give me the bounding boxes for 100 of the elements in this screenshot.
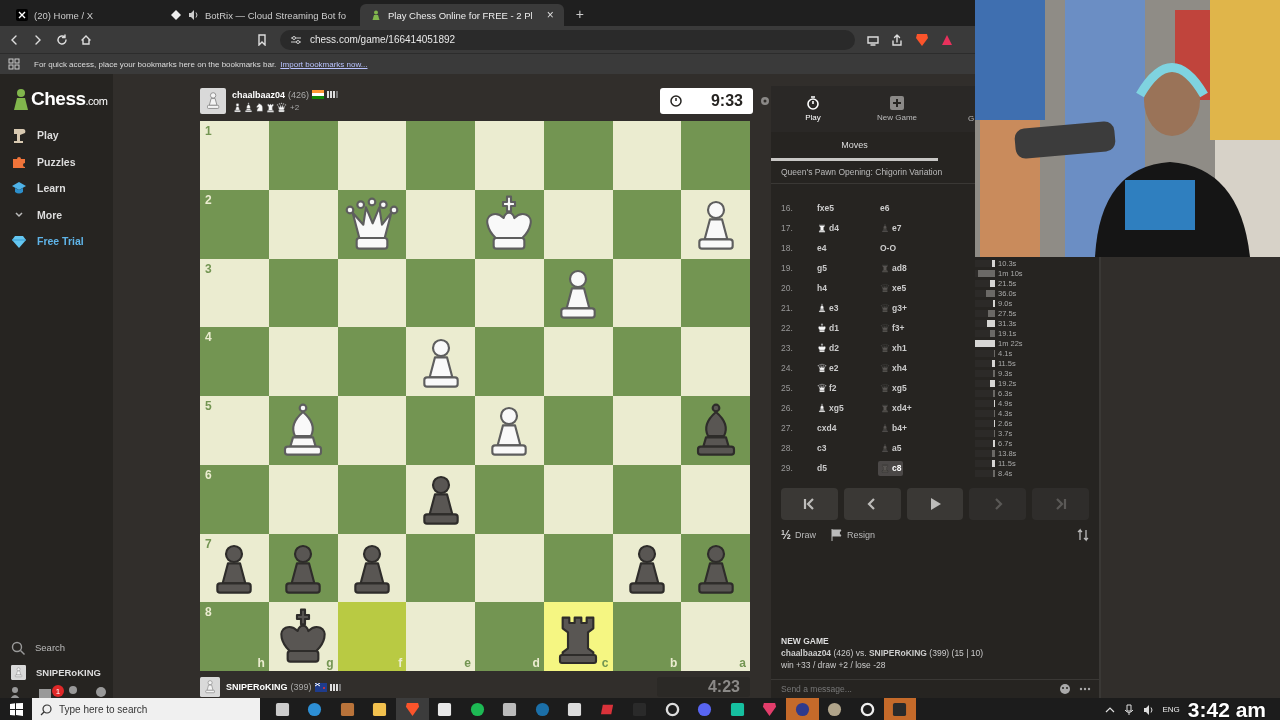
move-number: 18.	[780, 243, 794, 253]
rank-label: 1	[205, 124, 212, 138]
notification-badge: 1	[52, 685, 64, 697]
move-number: 24.	[780, 363, 794, 373]
move-notation[interactable]: d2	[815, 340, 878, 356]
move-number: 28.	[780, 443, 794, 453]
panel-tab[interactable]: G	[939, 86, 976, 132]
move-number: 20.	[780, 283, 794, 293]
move-notation[interactable]: g3+	[878, 300, 909, 316]
move-notation[interactable]: ad8	[878, 260, 909, 276]
move-notation[interactable]: xh4	[878, 360, 909, 376]
move-notation[interactable]: a5	[878, 440, 904, 456]
file-label: b	[669, 656, 678, 670]
move-notation[interactable]: h4	[815, 280, 878, 296]
move-notation[interactable]: xg5	[878, 380, 909, 396]
move-notation[interactable]: xd4+	[878, 400, 914, 416]
player-name: chaalbaaz04	[232, 89, 286, 100]
url-text: chess.com/game/166414051892	[310, 34, 456, 45]
move-notation[interactable]: e3	[815, 300, 878, 316]
move-number: 22.	[780, 323, 794, 333]
move-notation[interactable]: xe5	[878, 280, 909, 296]
browser-tab[interactable]: BotRix — Cloud Streaming Bot fo	[160, 4, 356, 26]
tab-title: Play Chess Online for FREE - 2 Pl	[388, 9, 533, 21]
move-notation[interactable]: d1	[815, 320, 878, 336]
move-number: 25.	[780, 383, 794, 393]
file-label: a	[739, 656, 746, 670]
nav-item[interactable]: Play	[0, 122, 113, 149]
move-notation[interactable]: xg5	[815, 400, 878, 416]
moves-tab[interactable]: Moves	[771, 132, 938, 161]
move-notation[interactable]: c8	[878, 460, 904, 476]
nav-item[interactable]: Puzzles	[0, 148, 113, 175]
panel-tab[interactable]: Play	[771, 86, 855, 132]
move-notation[interactable]: cxd4	[815, 420, 878, 436]
player-rating: (426)	[288, 89, 310, 100]
file-label: g	[326, 656, 334, 670]
material-advantage: +2	[290, 102, 300, 112]
logo-text: Chess.com	[31, 88, 108, 110]
chat-message: win +33 / draw +2 / lose -28	[781, 660, 887, 670]
new-tab-button[interactable]: +	[567, 6, 592, 26]
browser-tab[interactable]: Play Chess Online for FREE - 2 Pl ×	[360, 4, 564, 26]
rank-label: 8	[205, 605, 212, 620]
game-action[interactable]: ½ Draw	[781, 528, 817, 542]
move-notation[interactable]: d4	[815, 220, 878, 236]
tab-title: (20) Home / X	[34, 9, 94, 21]
nav-item[interactable]: Free Trial	[0, 228, 113, 255]
file-label: e	[464, 656, 471, 670]
panel-tab[interactable]: New Game	[855, 86, 939, 132]
file-label: f	[398, 656, 403, 670]
file-label: c	[601, 656, 609, 670]
chat-heading: NEW GAME	[781, 636, 830, 646]
nav-item[interactable]: Learn	[0, 175, 113, 202]
rank-label: 4	[205, 330, 212, 345]
rank-label: 7	[205, 536, 212, 551]
language-indicator: ENG	[1162, 705, 1180, 714]
tab-title: BotRix — Cloud Streaming Bot fo	[205, 9, 346, 21]
move-number: 19.	[780, 263, 794, 273]
move-number: 21.	[780, 303, 794, 313]
profile-link[interactable]: SNIPERoKING	[0, 660, 113, 685]
address-bar[interactable]: chess.com/game/166414051892	[280, 29, 855, 50]
move-number: 16.	[780, 203, 794, 213]
taskbar-search-field[interactable]: Type here to search	[32, 698, 260, 720]
move-number: 27.	[780, 423, 794, 433]
move-notation[interactable]: f2	[815, 380, 878, 396]
rank-label: 5	[205, 399, 212, 413]
rank-label: 3	[205, 261, 212, 276]
nav-item[interactable]: More	[0, 201, 113, 228]
game-action[interactable]: Resign	[830, 528, 876, 542]
move-notation[interactable]: O-O	[878, 240, 899, 256]
move-notation[interactable]: e4	[815, 240, 878, 256]
move-notation[interactable]: e7	[878, 220, 904, 236]
import-bookmarks-link[interactable]: Import bookmarks now...	[280, 59, 368, 69]
close-tab-button[interactable]: ×	[538, 8, 554, 22]
chat-input[interactable]: Send a message...	[781, 684, 1051, 694]
move-notation[interactable]: c3	[815, 440, 878, 456]
move-notation[interactable]: e2	[815, 360, 878, 376]
search-link[interactable]: Search	[0, 635, 113, 660]
move-notation[interactable]: d5	[815, 460, 878, 476]
move-number: 23.	[780, 343, 794, 353]
move-notation[interactable]: b4+	[878, 420, 909, 436]
clock-time: 3:42 am	[1187, 697, 1266, 720]
player-rating: (399)	[290, 682, 312, 692]
rank-label: 6	[205, 467, 212, 482]
move-notation[interactable]: xh1	[878, 340, 909, 356]
move-notation[interactable]: f3+	[878, 320, 907, 336]
file-label: d	[532, 656, 540, 670]
bookmarks-hint: For quick access, place your bookmarks here on the bookmarks bar.	[34, 59, 277, 69]
move-number: 17.	[780, 223, 794, 233]
move-notation[interactable]: e6	[878, 200, 892, 216]
move-number: 29.	[780, 463, 794, 473]
rank-label: 2	[205, 192, 212, 207]
game-clock: 9:33	[660, 88, 753, 114]
chat-message: chaalbaaz04 (426) vs. SNIPERoKING (399) (15 | 10)	[781, 648, 985, 658]
file-label: h	[257, 656, 265, 670]
half-symbol: ½	[781, 528, 791, 542]
player-name: SNIPERoKING	[226, 682, 288, 692]
move-notation[interactable]: fxe5	[815, 200, 878, 216]
move-number: 26.	[780, 403, 794, 413]
game-clock: 4:23	[657, 677, 750, 697]
browser-tab[interactable]: (20) Home / X	[6, 4, 156, 26]
move-notation[interactable]: g5	[815, 260, 878, 276]
